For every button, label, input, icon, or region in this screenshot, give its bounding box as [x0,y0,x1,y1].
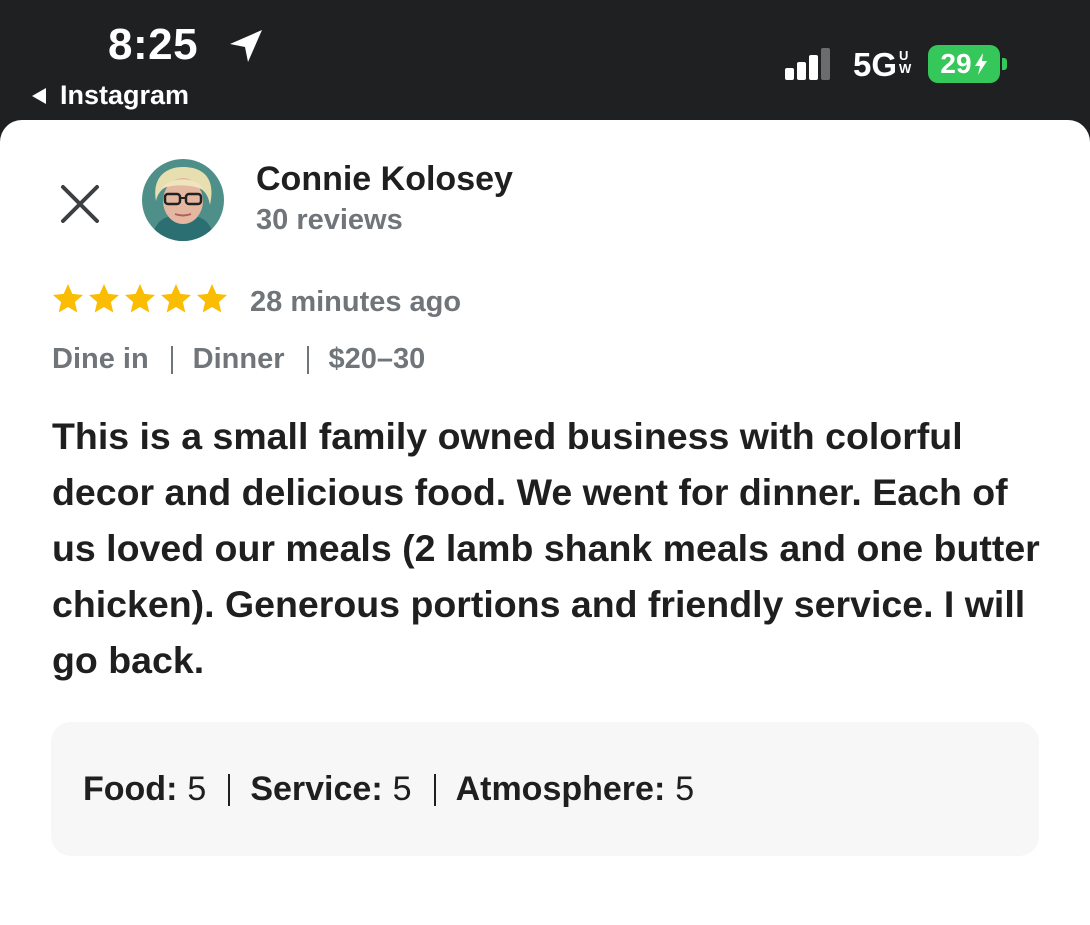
network-indicator: 5G U W [853,46,911,84]
back-app-label: Instagram [60,80,190,110]
sub-ratings: Food: 5 Service: 5 Atmosphere: 5 [83,770,694,809]
star-rating [50,281,230,317]
close-icon [61,185,99,223]
back-triangle-icon [32,87,46,104]
status-time: 8:25 [108,20,199,69]
reviewer-review-count: 30 reviews [256,204,403,236]
tag-divider [170,345,173,374]
tag-price-range: $20–30 [328,343,426,375]
food-rating-value: 5 [187,770,207,808]
battery-indicator: 29 [928,45,1000,83]
star-icon [197,284,227,313]
food-rating-label: Food: [83,770,178,808]
close-button[interactable] [52,176,108,232]
battery-level: 29 [940,48,972,79]
star-icon [53,284,83,313]
tag-meal-type: Dinner [192,343,285,375]
service-rating-label: Service: [250,770,383,808]
service-rating-value: 5 [392,770,412,808]
rating-divider [433,773,436,806]
cellular-signal-icon [785,48,830,80]
back-to-app-link[interactable]: Instagram [32,80,189,111]
review-body-text: This is a small family owned business wi… [52,415,1040,681]
star-icon [161,284,191,313]
avatar-image [142,159,224,241]
network-label: 5G [853,46,898,83]
rating-divider [228,773,231,806]
location-arrow-icon [230,30,262,62]
reviewer-name[interactable]: Connie Kolosey [256,160,513,199]
tag-dine-in: Dine in [52,343,149,375]
review-time-ago: 28 minutes ago [250,286,462,318]
tag-divider [306,345,309,374]
network-uw-label: U W [899,48,912,76]
atmosphere-rating-value: 5 [675,770,695,808]
status-bar: 8:25 Instagram 5G U W 29 [0,0,1090,122]
star-icon [89,284,119,313]
battery-cap [1002,58,1007,70]
charging-bolt-icon [974,53,987,75]
atmosphere-rating-label: Atmosphere: [455,770,666,808]
review-tags: Dine in Dinner $20–30 [52,343,425,376]
avatar[interactable] [142,159,224,241]
star-icon [125,284,155,313]
